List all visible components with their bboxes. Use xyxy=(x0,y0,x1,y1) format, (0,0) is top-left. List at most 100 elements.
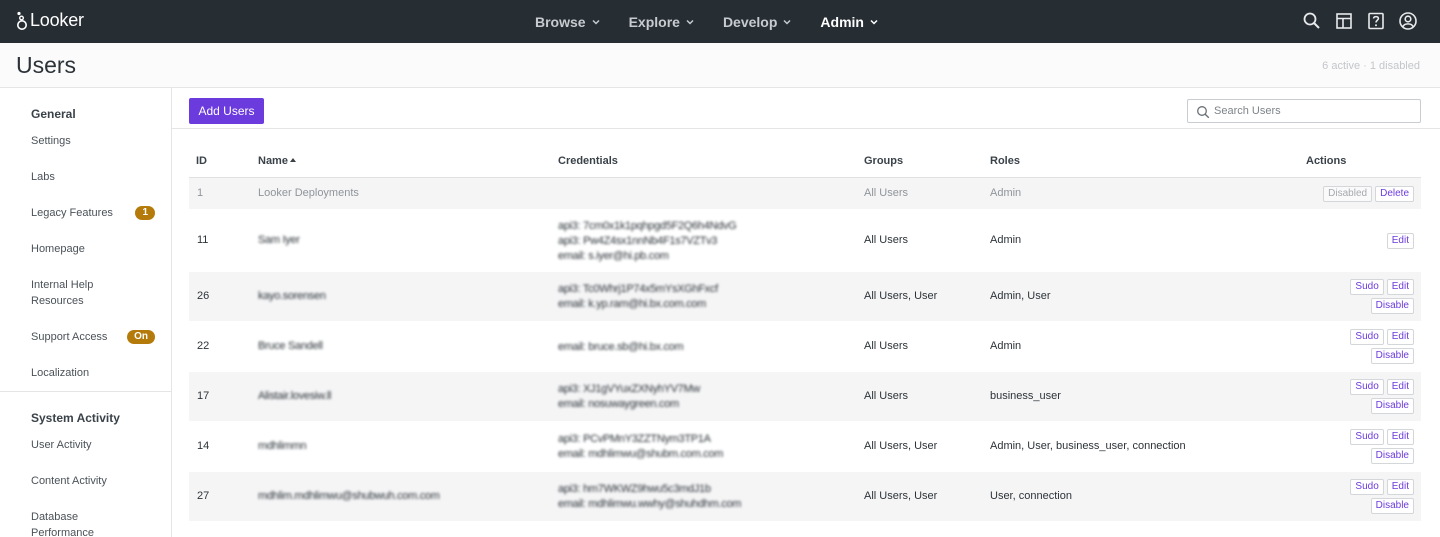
menu-explore[interactable]: Explore xyxy=(629,14,695,30)
cell-roles: Admin, User, business_user, connection xyxy=(990,440,1186,452)
cell-id: 11 xyxy=(197,234,209,246)
action-line: Disable xyxy=(1370,448,1414,464)
menu-admin[interactable]: Admin xyxy=(820,14,879,30)
sudo-button[interactable]: Sudo xyxy=(1350,479,1384,495)
sudo-button[interactable]: Sudo xyxy=(1350,279,1384,295)
sidebar-item-localization[interactable]: Localization xyxy=(31,365,143,381)
chevron-down-icon xyxy=(592,19,600,25)
cell-groups: All Users xyxy=(864,340,909,352)
table-row: 22 Bruce Sandell email: bruce.sb@hi.bx.com… xyxy=(189,322,1421,372)
table-body: 1 Looker Deployments All Users Admin Disable… xyxy=(189,178,1421,522)
search-users-box xyxy=(1187,99,1421,123)
cell-roles: business_user xyxy=(990,390,1061,402)
table-row: 17 Alistair.lovesiw.ll api3: XJ1gVYuxZXNyh… xyxy=(189,372,1421,422)
action-line: Sudo Edit xyxy=(1350,279,1414,295)
sidebar-item-database-performance[interactable]: Database Performance xyxy=(31,509,121,537)
edit-button[interactable]: Edit xyxy=(1386,379,1414,395)
search-icon[interactable] xyxy=(1302,11,1322,31)
credential-line: api3: Pw4Z4sx1nnNb4F1s7VZTv3 xyxy=(558,234,718,247)
main-menu: Browse Explore Develop Admin xyxy=(535,0,907,43)
disable-button[interactable]: Disable xyxy=(1370,398,1414,414)
top-navigation: Looker Browse Explore Develop Admin xyxy=(0,0,1440,43)
edit-button[interactable]: Edit xyxy=(1386,233,1414,249)
cell-credentials: api3: Tc0Whrj1P74x5mYsXGhFxcf email: k.yp… xyxy=(558,282,718,312)
sidebar-item-labs[interactable]: Labs xyxy=(31,169,143,185)
sudo-button[interactable]: Sudo xyxy=(1350,379,1384,395)
menu-browse[interactable]: Browse xyxy=(535,14,601,30)
credential-line: email: k.yp.ram@hi.bx.com.com xyxy=(558,298,706,310)
table-row: 26 kayo.sorensen api3: Tc0Whrj1P74x5mYsXGh… xyxy=(189,272,1421,322)
help-icon[interactable] xyxy=(1366,11,1386,31)
users-toolbar: Add Users xyxy=(172,88,1440,129)
sort-asc-icon xyxy=(289,158,296,162)
legacy-features-badge: 1 xyxy=(135,206,155,220)
cell-actions: Sudo Edit Disable xyxy=(1350,379,1414,414)
credential-line: api3: hm7WKWZ9hwu5c3mdJ1b xyxy=(558,483,711,495)
sidebar-item-homepage[interactable]: Homepage xyxy=(31,241,143,257)
action-line: Sudo Edit xyxy=(1350,479,1414,495)
account-icon[interactable] xyxy=(1398,11,1418,31)
users-table: ID Name Credentials Groups Roles Actions… xyxy=(189,146,1421,522)
sidebar-item-settings[interactable]: Settings xyxy=(31,133,143,149)
credential-line: api3: XJ1gVYuxZXNyhYV7Mw xyxy=(558,383,700,395)
looker-logo-icon xyxy=(17,11,27,30)
cell-credentials: api3: PCvPMnY3ZZTNym3TP1A email: mdhlimwu… xyxy=(558,432,723,462)
brand-name: Looker xyxy=(30,10,84,30)
edit-button[interactable]: Edit xyxy=(1386,429,1414,445)
menu-develop-label: Develop xyxy=(722,13,778,30)
cell-id: 17 xyxy=(197,390,210,402)
table-header: ID Name Credentials Groups Roles Actions xyxy=(189,146,1421,178)
user-count-status: 6 active · 1 disabled xyxy=(1322,60,1420,72)
cell-actions: Edit xyxy=(1386,233,1414,249)
credential-line: api3: 7cm0x1k1pqhpgd5F2Q6h4NdvG xyxy=(558,219,737,232)
cell-groups: All Users, User xyxy=(864,490,938,502)
edit-button[interactable]: Edit xyxy=(1386,279,1414,295)
sidebar-item-internal-help-resources[interactable]: Internal Help Resources xyxy=(31,277,143,309)
cell-groups: All Users, User xyxy=(864,290,938,302)
disable-button[interactable]: Disable xyxy=(1370,498,1414,514)
disable-button[interactable]: Disable xyxy=(1370,348,1414,364)
menu-develop[interactable]: Develop xyxy=(723,14,792,30)
cell-name: Sam Iyer xyxy=(258,234,300,246)
cell-roles: Admin, User xyxy=(990,290,1051,302)
sidebar-item-content-activity[interactable]: Content Activity xyxy=(31,473,143,489)
cell-actions: Sudo Edit Disable xyxy=(1350,429,1414,464)
column-header-actions: Actions xyxy=(1306,155,1347,167)
cell-name: kayo.sorensen xyxy=(258,290,326,302)
chevron-down-icon xyxy=(783,19,791,25)
action-line: Sudo Edit xyxy=(1350,429,1414,445)
cell-groups: All Users, User xyxy=(864,440,938,452)
action-line: Disable xyxy=(1370,498,1414,514)
nav-icons xyxy=(1302,11,1418,31)
column-header-name[interactable]: Name xyxy=(258,155,296,167)
sudo-button[interactable]: Sudo xyxy=(1350,429,1384,445)
delete-button[interactable]: Delete xyxy=(1375,186,1414,202)
chevron-down-icon xyxy=(870,19,878,25)
credential-line: api3: Tc0Whrj1P74x5mYsXGhFxcf xyxy=(558,283,718,295)
edit-button[interactable]: Edit xyxy=(1386,479,1414,495)
action-line: Sudo Edit xyxy=(1350,329,1414,345)
sudo-button[interactable]: Sudo xyxy=(1350,329,1384,345)
edit-button[interactable]: Edit xyxy=(1386,329,1414,345)
marketplace-icon[interactable] xyxy=(1334,11,1354,31)
cell-roles: Admin xyxy=(990,187,1022,199)
credential-line: email: nosuwaygreen.com xyxy=(558,398,679,410)
cell-actions: Sudo Edit Disable xyxy=(1350,329,1414,364)
column-header-groups[interactable]: Groups xyxy=(864,155,903,167)
column-header-id[interactable]: ID xyxy=(196,155,207,167)
brand[interactable]: Looker xyxy=(16,10,84,31)
disable-button[interactable]: Disable xyxy=(1370,298,1414,314)
sidebar-item-user-activity[interactable]: User Activity xyxy=(31,437,143,453)
column-header-roles[interactable]: Roles xyxy=(990,155,1020,167)
cell-groups: All Users xyxy=(864,390,909,402)
cell-actions: Disabled Delete xyxy=(1323,186,1414,202)
sidebar-item-legacy-features[interactable]: Legacy Features xyxy=(31,205,143,221)
search-users-input[interactable] xyxy=(1214,103,1414,119)
page-header: Users 6 active · 1 disabled xyxy=(0,43,1440,88)
action-line: Disable xyxy=(1370,298,1414,314)
cell-id: 26 xyxy=(197,290,210,302)
disable-button[interactable]: Disable xyxy=(1370,448,1414,464)
cell-roles: Admin xyxy=(990,234,1022,246)
add-users-button[interactable]: Add Users xyxy=(189,98,264,124)
menu-admin-label: Admin xyxy=(820,13,864,30)
